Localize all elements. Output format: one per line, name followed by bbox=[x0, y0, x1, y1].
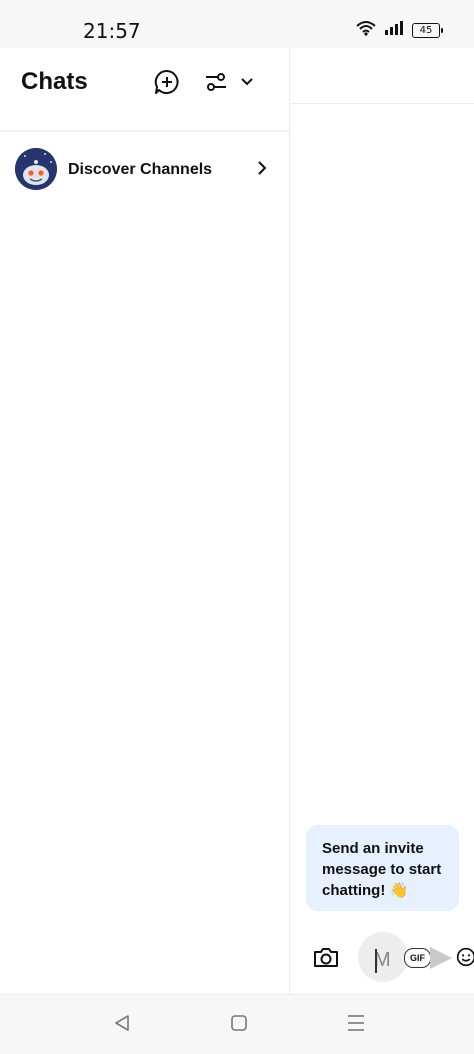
gif-icon[interactable]: GIF bbox=[404, 948, 431, 968]
reddit-avatar bbox=[15, 148, 57, 190]
new-chat-icon[interactable] bbox=[153, 68, 181, 96]
chevron-down-icon[interactable] bbox=[238, 75, 256, 89]
home-icon[interactable] bbox=[229, 1013, 249, 1038]
list-item-discover-channels[interactable]: Discover Channels bbox=[0, 146, 289, 196]
message-composer: M GIF bbox=[290, 932, 474, 993]
battery-level: 45 bbox=[419, 25, 433, 36]
menu-icon[interactable] bbox=[346, 1013, 366, 1038]
composer-input-text: M bbox=[374, 949, 391, 971]
wifi-icon bbox=[356, 20, 376, 41]
camera-icon[interactable] bbox=[312, 945, 340, 969]
filter-icon[interactable] bbox=[203, 70, 229, 94]
invite-message-bubble: Send an invite message to start chatting… bbox=[306, 825, 459, 911]
status-time: 21:57 bbox=[83, 19, 141, 43]
status-icons: 45 bbox=[356, 20, 443, 41]
send-arrow-icon[interactable] bbox=[430, 947, 452, 969]
list-item-label: Discover Channels bbox=[68, 161, 213, 178]
conversation-pane: Send an invite message to start chatting… bbox=[290, 48, 474, 994]
chevron-right-icon bbox=[256, 159, 268, 182]
chat-list-header: Chats bbox=[0, 48, 289, 132]
signal-icon bbox=[384, 21, 404, 40]
bubble-text: Send an invite message to start chatting… bbox=[322, 840, 442, 899]
status-bar: 21:57 45 bbox=[0, 0, 474, 48]
system-nav-bar bbox=[0, 994, 474, 1054]
back-icon[interactable] bbox=[112, 1013, 132, 1038]
conversation-header bbox=[290, 48, 474, 104]
page-title: Chats bbox=[21, 68, 88, 95]
text-caret bbox=[375, 949, 377, 973]
battery-icon: 45 bbox=[412, 23, 443, 38]
emoji-icon[interactable] bbox=[456, 945, 474, 969]
chat-list-pane: Chats Discover Channels bbox=[0, 48, 289, 994]
